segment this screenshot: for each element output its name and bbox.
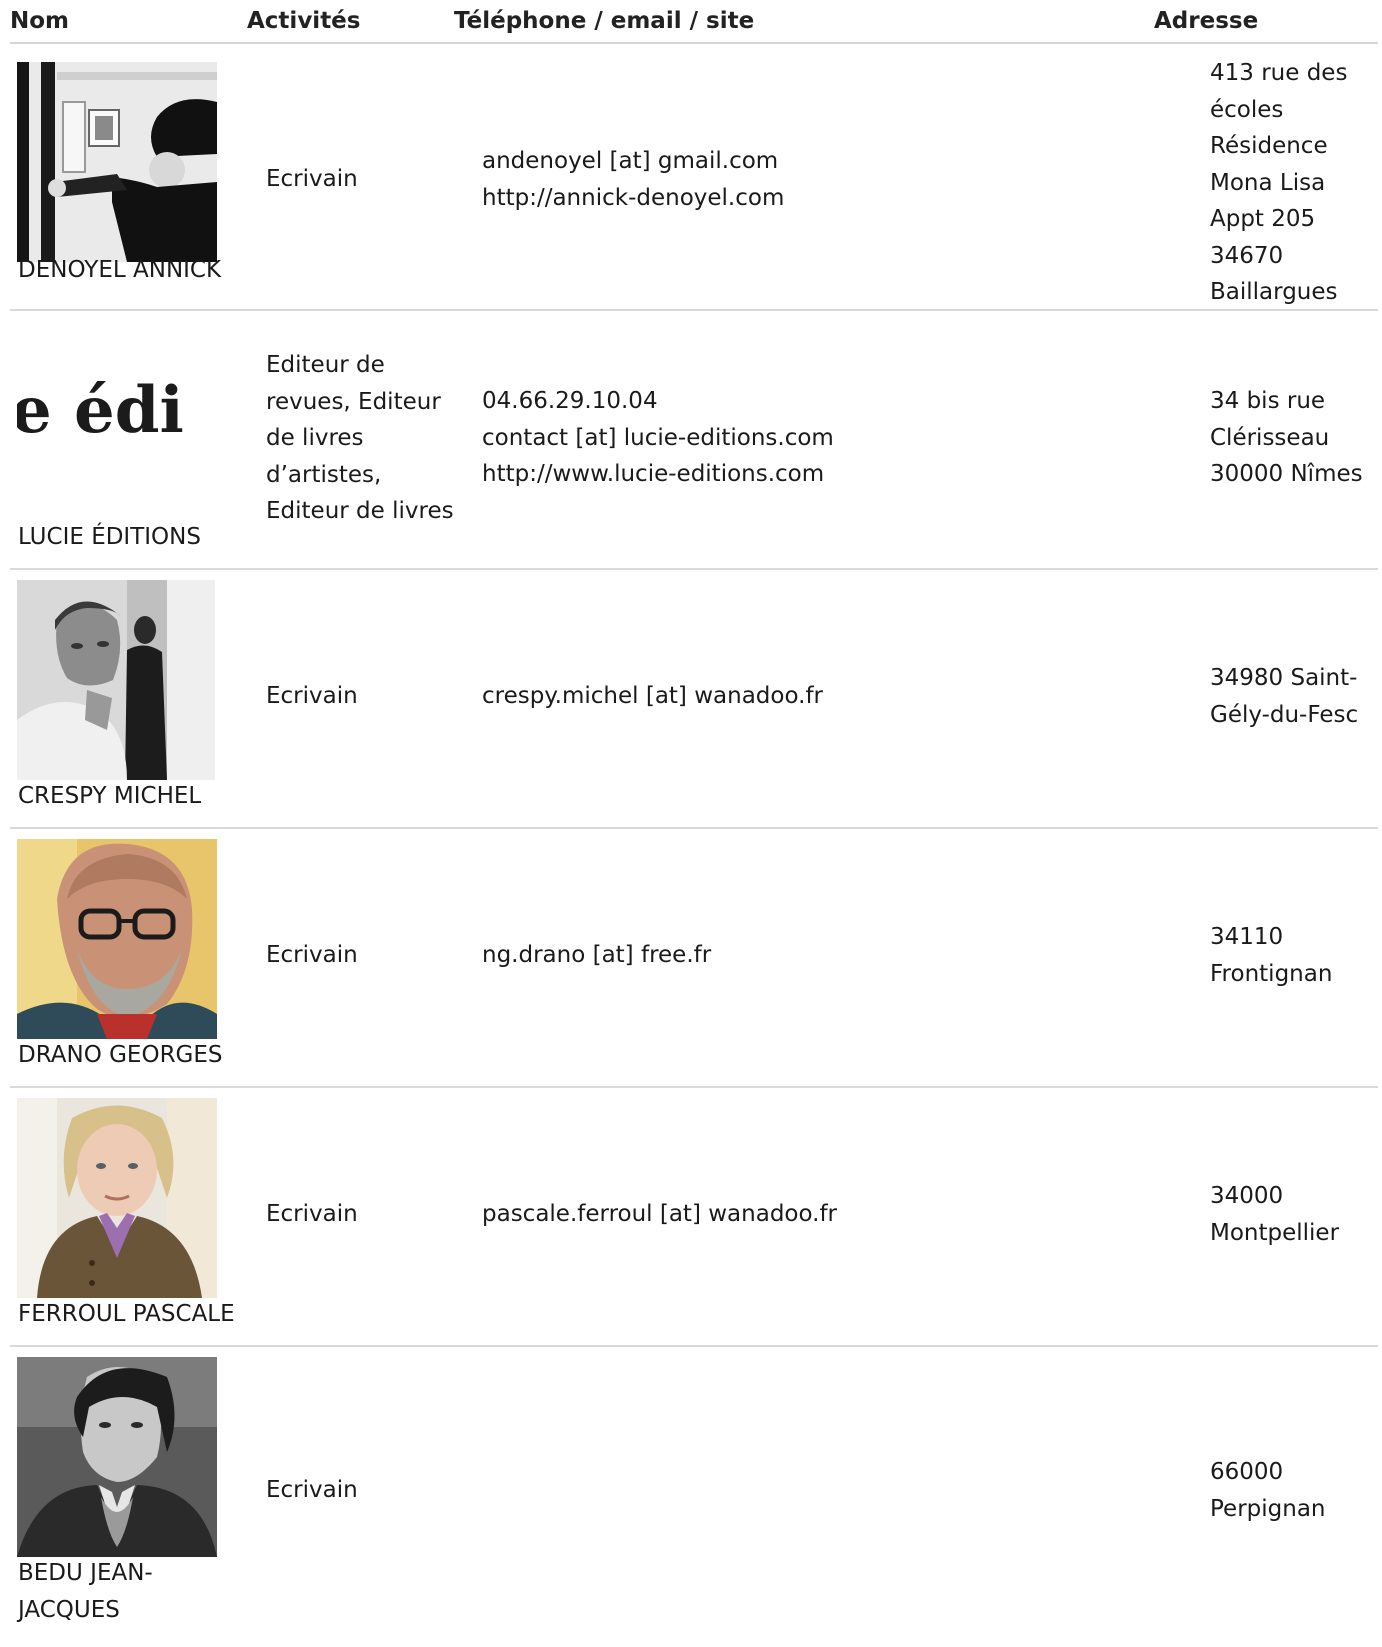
address-line: Frontignan — [1210, 960, 1333, 987]
address: 66000 Perpignan — [1210, 1454, 1378, 1527]
address-line: 34670 — [1210, 242, 1284, 269]
table-row: BEDU JEAN- JACQUES Ecrivain 66000 Perpig… — [10, 1347, 1378, 1647]
address-line: 413 rue des — [1210, 60, 1348, 86]
name-line: BEDU JEAN- — [18, 1560, 153, 1586]
activity: Ecrivain — [266, 1201, 358, 1227]
address-line: Clérisseau — [1210, 424, 1330, 451]
address-line: Baillargues — [1210, 279, 1338, 305]
activity: Ecrivain — [266, 942, 358, 968]
person-name: FERROUL PASCALE — [18, 1301, 235, 1327]
header-contact: Téléphone / email / site — [454, 8, 755, 34]
email-link[interactable]: crespy.michel [at] wanadoo.fr — [482, 678, 1182, 715]
activity: Ecrivain — [266, 1477, 358, 1503]
contact-info: 04.66.29.10.04 contact [at] lucie-editio… — [482, 383, 1182, 493]
address-line: Appt 205 — [1210, 206, 1316, 232]
table-header: Nom Activités Téléphone / email / site A… — [10, 0, 1378, 44]
portrait-photo[interactable] — [17, 580, 215, 780]
address: 34980 Saint- Gély-du-Fesc — [1210, 660, 1378, 733]
address-line: 34980 Saint- — [1210, 665, 1358, 691]
portrait-photo[interactable] — [17, 839, 217, 1039]
address-line: 34110 — [1210, 924, 1284, 950]
activity-line: de livres — [266, 425, 364, 451]
address: 34 bis rue Clérisseau 30000 Nîmes — [1210, 383, 1378, 493]
directory-table: Nom Activités Téléphone / email / site A… — [0, 0, 1382, 1647]
header-adresse: Adresse — [1154, 8, 1259, 34]
person-name: LUCIE ÉDITIONS — [18, 524, 201, 550]
activity-line: Editeur de livres — [266, 498, 454, 524]
person-name: DENOYEL ANNICK — [18, 257, 222, 283]
address-line: Perpignan — [1210, 1495, 1326, 1522]
header-activites: Activités — [247, 8, 361, 34]
activity: Ecrivain — [266, 683, 358, 709]
logo-text: e édi — [17, 373, 184, 448]
email-link[interactable]: andenoyel [at] gmail.com — [482, 143, 1182, 180]
email-link[interactable]: contact [at] lucie-editions.com — [482, 420, 1182, 457]
contact-info: andenoyel [at] gmail.com http://annick-d… — [482, 143, 1182, 216]
address-line: Résidence — [1210, 133, 1328, 159]
portrait-photo[interactable] — [17, 1098, 217, 1298]
table-row: CRESPY MICHEL Ecrivain crespy.michel [at… — [10, 570, 1378, 829]
address-line: 34 bis rue — [1210, 388, 1326, 414]
portrait-photo[interactable] — [17, 62, 217, 262]
portrait-photo[interactable] — [17, 1357, 217, 1557]
person-name: BEDU JEAN- JACQUES — [18, 1555, 258, 1628]
table-row: e édi LUCIE ÉDITIONS Editeur de revues, … — [10, 311, 1378, 570]
website-link[interactable]: http://annick-denoyel.com — [482, 180, 1182, 217]
contact-info: ng.drano [at] free.fr — [482, 937, 1182, 974]
table-row: DENOYEL ANNICK Ecrivain andenoyel [at] g… — [10, 44, 1378, 311]
website-link[interactable]: http://www.lucie-editions.com — [482, 456, 1182, 493]
address-line: Gély-du-Fesc — [1210, 701, 1359, 728]
address-line: écoles — [1210, 96, 1284, 123]
activity-line: revues, Editeur — [266, 388, 441, 415]
contact-info: crespy.michel [at] wanadoo.fr — [482, 678, 1182, 715]
header-nom: Nom — [10, 8, 70, 34]
address-line: Montpellier — [1210, 1219, 1340, 1246]
activity: Ecrivain — [266, 166, 358, 192]
publisher-logo[interactable]: e édi — [17, 371, 217, 451]
address-line: 30000 Nîmes — [1210, 461, 1363, 487]
address: 413 rue des écoles Résidence Mona Lisa A… — [1210, 55, 1378, 311]
phone-number[interactable]: 04.66.29.10.04 — [482, 383, 1182, 420]
table-row: FERROUL PASCALE Ecrivain pascale.ferroul… — [10, 1088, 1378, 1347]
activity-line: Editeur de — [266, 352, 385, 378]
address-line: 34000 — [1210, 1183, 1284, 1209]
address-line: Mona Lisa — [1210, 169, 1326, 196]
email-link[interactable]: pascale.ferroul [at] wanadoo.fr — [482, 1196, 1182, 1233]
address: 34000 Montpellier — [1210, 1178, 1378, 1251]
name-line: JACQUES — [18, 1596, 120, 1623]
address-line: 66000 — [1210, 1459, 1284, 1485]
address: 34110 Frontignan — [1210, 919, 1378, 992]
email-link[interactable]: ng.drano [at] free.fr — [482, 937, 1182, 974]
person-name: CRESPY MICHEL — [18, 783, 202, 809]
contact-info: pascale.ferroul [at] wanadoo.fr — [482, 1196, 1182, 1233]
activity: Editeur de revues, Editeur de livres d’a… — [266, 347, 466, 530]
table-row: DRANO GEORGES Ecrivain ng.drano [at] fre… — [10, 829, 1378, 1088]
activity-line: d’artistes, — [266, 461, 382, 488]
person-name: DRANO GEORGES — [18, 1042, 223, 1068]
